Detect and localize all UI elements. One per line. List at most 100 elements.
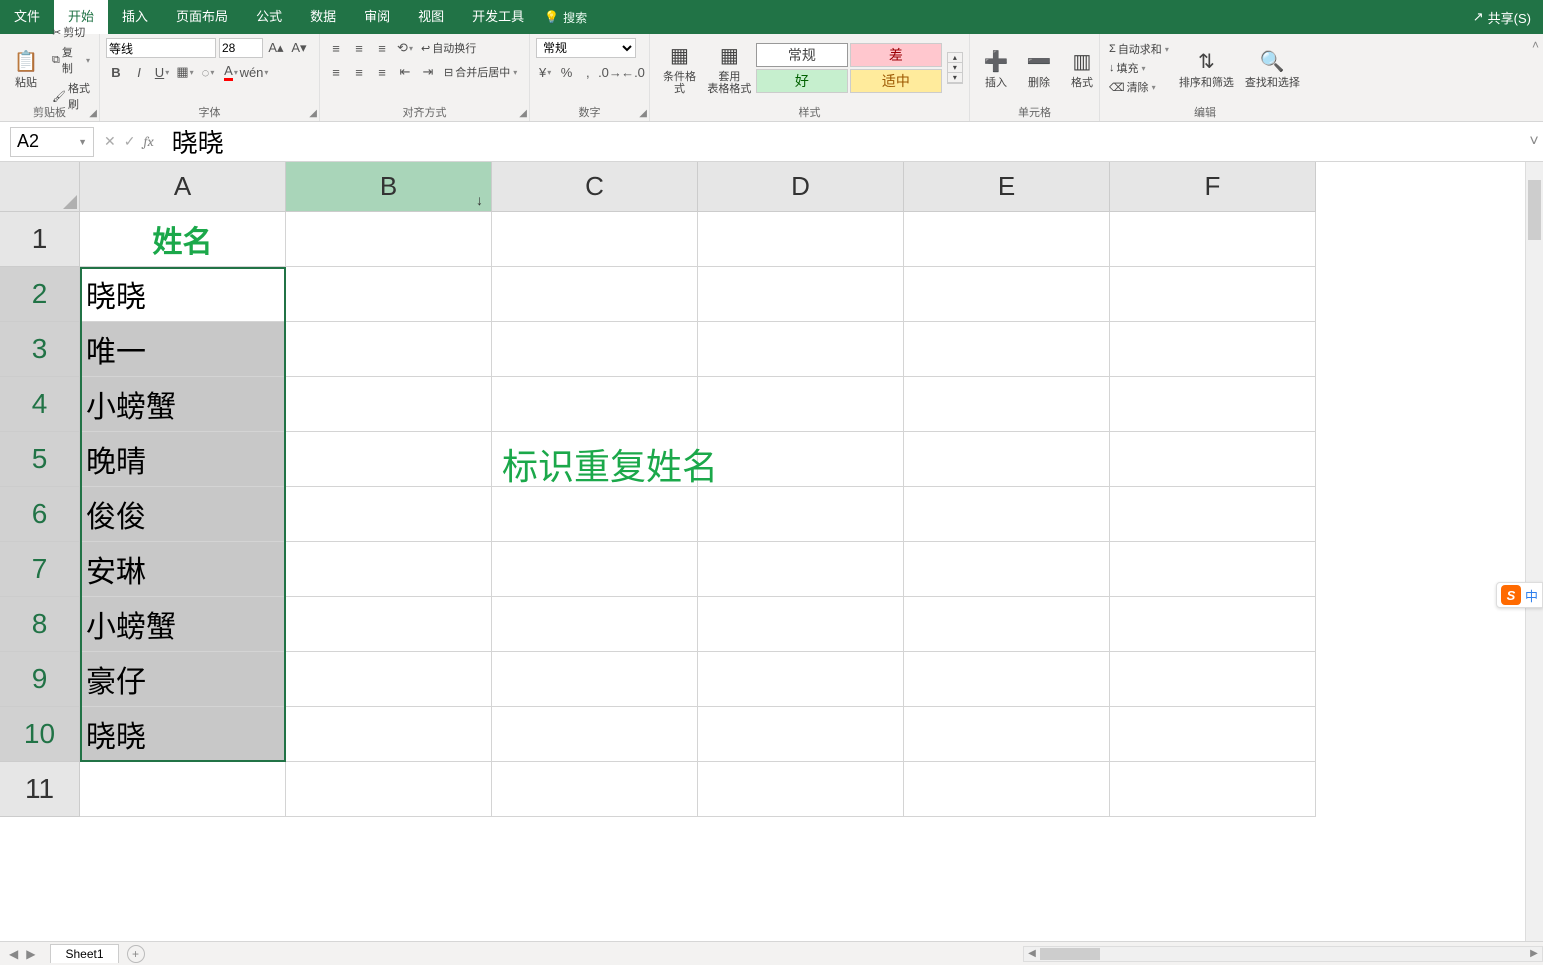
cell-B6[interactable] — [286, 487, 492, 542]
horizontal-scrollbar[interactable]: ◀▶ — [1023, 946, 1543, 962]
row-header-2[interactable]: 2 — [0, 267, 80, 322]
cell-E4[interactable] — [904, 377, 1110, 432]
cell-A8[interactable]: 小螃蟹 — [80, 597, 286, 652]
row-header-7[interactable]: 7 — [0, 542, 80, 597]
delete-cells-button[interactable]: ➖删除 — [1019, 46, 1059, 91]
align-middle-button[interactable]: ≡ — [349, 38, 369, 58]
cell-A11[interactable] — [80, 762, 286, 817]
paste-button[interactable]: 📋 粘贴 — [6, 46, 46, 91]
format-as-table-button[interactable]: ▦套用 表格格式 — [706, 40, 753, 97]
conditional-format-button[interactable]: ▦条件格式 — [656, 40, 703, 97]
cell-B7[interactable] — [286, 542, 492, 597]
style-neutral[interactable]: 适中 — [850, 69, 942, 93]
row-header-4[interactable]: 4 — [0, 377, 80, 432]
cell-B5[interactable] — [286, 432, 492, 487]
tab-formulas[interactable]: 公式 — [242, 0, 296, 34]
tab-layout[interactable]: 页面布局 — [162, 0, 242, 34]
style-good[interactable]: 好 — [756, 69, 848, 93]
cell-F5[interactable] — [1110, 432, 1316, 487]
fx-icon[interactable]: fx — [143, 133, 153, 150]
cell-D5[interactable] — [698, 432, 904, 487]
cell-B1[interactable] — [286, 212, 492, 267]
align-left-button[interactable]: ≡ — [326, 62, 346, 82]
row-header-6[interactable]: 6 — [0, 487, 80, 542]
col-header-B[interactable]: B↓ — [286, 162, 492, 212]
cell-F9[interactable] — [1110, 652, 1316, 707]
cut-button[interactable]: ✂剪切 — [49, 23, 93, 41]
cell-F7[interactable] — [1110, 542, 1316, 597]
cell-A2[interactable]: 晓晓 — [80, 267, 286, 322]
cell-F6[interactable] — [1110, 487, 1316, 542]
name-box[interactable]: A2 ▼ — [10, 127, 94, 157]
cell-D8[interactable] — [698, 597, 904, 652]
orientation-button[interactable]: ⟲▾ — [395, 38, 415, 58]
font-size-select[interactable] — [219, 38, 263, 58]
cell-D4[interactable] — [698, 377, 904, 432]
cell-A6[interactable]: 俊俊 — [80, 487, 286, 542]
number-format-select[interactable]: 常规 — [536, 38, 636, 58]
cell-D10[interactable] — [698, 707, 904, 762]
cell-E5[interactable] — [904, 432, 1110, 487]
sheet-nav-next[interactable]: ▶ — [23, 947, 38, 961]
decrease-decimal-button[interactable]: ←.0 — [623, 62, 643, 82]
row-header-1[interactable]: 1 — [0, 212, 80, 267]
clipboard-dialog-launcher[interactable]: ◢ — [89, 108, 97, 119]
tab-review[interactable]: 审阅 — [350, 0, 404, 34]
gallery-up[interactable]: ▴ — [948, 53, 962, 63]
ribbon-collapse-button[interactable]: ˄ — [1528, 34, 1543, 121]
row-header-11[interactable]: 11 — [0, 762, 80, 817]
underline-button[interactable]: U▾ — [152, 62, 172, 82]
select-all-corner[interactable] — [0, 162, 80, 212]
bold-button[interactable]: B — [106, 62, 126, 82]
tell-me-search[interactable]: 💡 搜索 — [544, 9, 587, 26]
style-normal[interactable]: 常规 — [756, 43, 848, 67]
col-header-F[interactable]: F — [1110, 162, 1316, 212]
comma-button[interactable]: , — [579, 62, 597, 82]
cell-F10[interactable] — [1110, 707, 1316, 762]
tab-dev[interactable]: 开发工具 — [458, 0, 538, 34]
decrease-indent-button[interactable]: ⇤ — [395, 62, 415, 82]
row-header-5[interactable]: 5 — [0, 432, 80, 487]
find-select-button[interactable]: 🔍查找和选择 — [1241, 46, 1304, 91]
cell-C2[interactable] — [492, 267, 698, 322]
vertical-scrollbar[interactable] — [1525, 162, 1543, 941]
copy-button[interactable]: ⧉复制▾ — [49, 43, 93, 77]
cell-B10[interactable] — [286, 707, 492, 762]
fill-button[interactable]: ↓填充▾ — [1106, 59, 1172, 77]
tab-insert[interactable]: 插入 — [108, 0, 162, 34]
cell-E3[interactable] — [904, 322, 1110, 377]
cell-C11[interactable] — [492, 762, 698, 817]
font-name-select[interactable] — [106, 38, 216, 58]
fill-color-button[interactable]: ◌▾ — [198, 62, 218, 82]
cell-D6[interactable] — [698, 487, 904, 542]
tab-file[interactable]: 文件 — [0, 0, 54, 34]
cell-D1[interactable] — [698, 212, 904, 267]
cell-D7[interactable] — [698, 542, 904, 597]
increase-decimal-button[interactable]: .0→ — [600, 62, 620, 82]
formula-bar-expand[interactable]: ˅ — [1525, 133, 1543, 151]
cell-A7[interactable]: 安琳 — [80, 542, 286, 597]
number-dialog-launcher[interactable]: ◢ — [639, 108, 647, 119]
col-header-E[interactable]: E — [904, 162, 1110, 212]
add-sheet-button[interactable]: + — [127, 945, 145, 963]
col-header-C[interactable]: C — [492, 162, 698, 212]
cell-C3[interactable] — [492, 322, 698, 377]
cell-E8[interactable] — [904, 597, 1110, 652]
align-top-button[interactable]: ≡ — [326, 38, 346, 58]
cell-E2[interactable] — [904, 267, 1110, 322]
cell-E9[interactable] — [904, 652, 1110, 707]
row-header-9[interactable]: 9 — [0, 652, 80, 707]
cell-C9[interactable] — [492, 652, 698, 707]
cell-F2[interactable] — [1110, 267, 1316, 322]
cell-F3[interactable] — [1110, 322, 1316, 377]
cell-F8[interactable] — [1110, 597, 1316, 652]
cell-A4[interactable]: 小螃蟹 — [80, 377, 286, 432]
cell-A9[interactable]: 豪仔 — [80, 652, 286, 707]
italic-button[interactable]: I — [129, 62, 149, 82]
decrease-font-button[interactable]: A▾ — [289, 38, 309, 58]
row-header-3[interactable]: 3 — [0, 322, 80, 377]
cell-B3[interactable] — [286, 322, 492, 377]
cell-B8[interactable] — [286, 597, 492, 652]
phonetic-button[interactable]: wén▾ — [244, 62, 264, 82]
cell-D9[interactable] — [698, 652, 904, 707]
